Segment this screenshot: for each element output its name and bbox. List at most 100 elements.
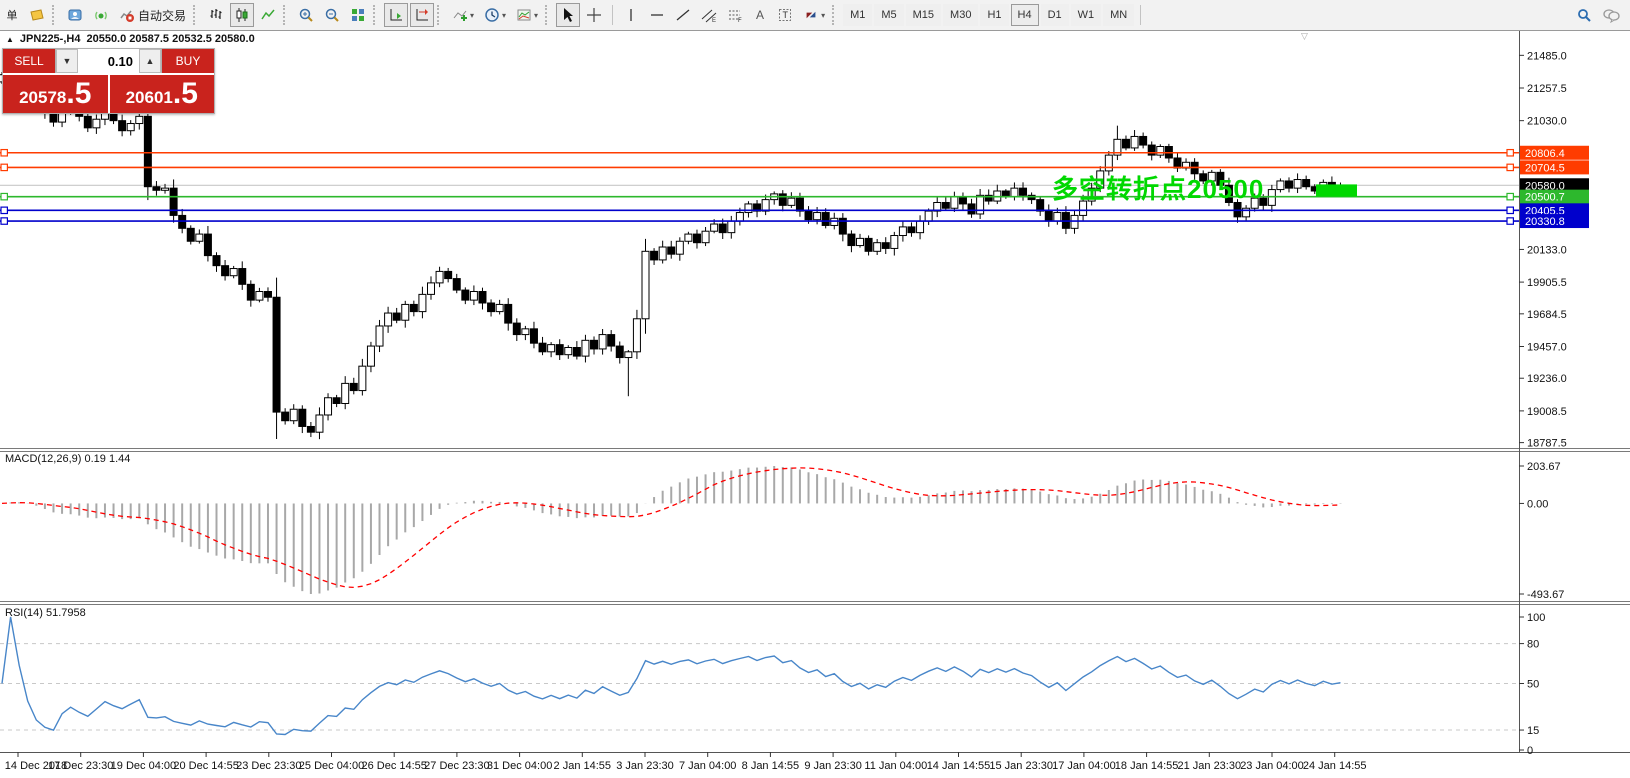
- candle-chart-type-button[interactable]: [230, 3, 255, 27]
- tab-timeframe-m15[interactable]: M15: [905, 4, 942, 26]
- candlestick-icon: [234, 7, 250, 23]
- toolbar-grip: [437, 5, 443, 25]
- macd-signal-line: [1, 467, 1341, 589]
- chart-title-marker-icon: ▲: [6, 34, 14, 44]
- highlight-rectangle: [1316, 184, 1357, 197]
- svg-text:19457.0: 19457.0: [1527, 341, 1567, 353]
- svg-text:E: E: [712, 18, 716, 23]
- line-handle: [0, 163, 9, 172]
- sell-price-main: 20578: [19, 88, 67, 107]
- templates-button[interactable]: ▾: [512, 3, 542, 27]
- zoom-out-button[interactable]: [320, 3, 344, 27]
- timeframe-toolbar: M1 M5 M15 M30 H1 H4 D1 W1 MN: [842, 4, 1135, 26]
- auto-scroll-button[interactable]: [384, 3, 409, 27]
- tab-timeframe-m5[interactable]: M5: [874, 4, 904, 26]
- buy-price-main: 20601: [125, 88, 173, 107]
- svg-text:21030.0: 21030.0: [1527, 116, 1567, 128]
- trendline-icon: [675, 7, 691, 23]
- sell-button[interactable]: SELL: [3, 49, 55, 73]
- tile-windows-button[interactable]: [346, 3, 370, 27]
- svg-text:20133.0: 20133.0: [1527, 244, 1567, 256]
- svg-text:T: T: [783, 10, 789, 20]
- time-axis-label: 23 Jan 04:00: [1240, 760, 1304, 772]
- svg-text:19236.0: 19236.0: [1527, 373, 1567, 385]
- svg-text:21485.0: 21485.0: [1527, 50, 1567, 62]
- line-handle: [1506, 148, 1515, 157]
- chat-button[interactable]: [1598, 3, 1624, 27]
- time-axis-label: 31 Dec 04:00: [487, 760, 552, 772]
- trendline-tool-button[interactable]: [671, 3, 695, 27]
- signals-button[interactable]: [89, 3, 113, 27]
- volume-input[interactable]: 0.10: [78, 49, 139, 73]
- vertical-line-icon: [623, 7, 639, 23]
- cursor-tool-button[interactable]: [556, 3, 581, 27]
- fibonacci-tool-button[interactable]: F: [723, 3, 747, 27]
- arrows-icon: [803, 7, 819, 23]
- tab-timeframe-mn[interactable]: MN: [1103, 4, 1135, 26]
- horizontal-line-tool-button[interactable]: [645, 3, 669, 27]
- text-tool-button[interactable]: A: [749, 3, 771, 27]
- search-button[interactable]: [1572, 3, 1596, 27]
- arrows-tool-button[interactable]: ▾: [799, 3, 829, 27]
- chevron-down-icon: ▾: [470, 10, 475, 20]
- svg-text:50: 50: [1527, 679, 1539, 691]
- horizontal-line-icon: [649, 7, 665, 23]
- tab-timeframe-m1[interactable]: M1: [843, 4, 873, 26]
- volume-increase-button[interactable]: ▲: [139, 49, 161, 73]
- new-chart-button[interactable]: [25, 3, 49, 27]
- tab-timeframe-d1[interactable]: D1: [1040, 4, 1069, 26]
- svg-text:203.67: 203.67: [1527, 461, 1561, 473]
- tab-timeframe-h4[interactable]: H4: [1010, 4, 1039, 26]
- autotrade-button[interactable]: 自动交易: [115, 3, 190, 27]
- macd-label: MACD(12,26,9) 0.19 1.44: [5, 453, 131, 465]
- tab-timeframe-m30[interactable]: M30: [943, 4, 979, 26]
- text-icon: A: [756, 8, 765, 22]
- line-chart-type-button[interactable]: [256, 3, 280, 27]
- tab-timeframe-h1[interactable]: H1: [980, 4, 1009, 26]
- text-label-icon: T: [777, 7, 793, 23]
- chart-canvas[interactable]: 20806.420704.520580.020500.720405.520330…: [0, 0, 1630, 778]
- line-handle: [1506, 163, 1515, 172]
- line-handle: [1506, 217, 1515, 225]
- time-axis-label: 19 Dec 04:00: [111, 760, 176, 772]
- toolbar-grip: [832, 5, 838, 25]
- market-watch-button[interactable]: [63, 3, 87, 27]
- fibonacci-icon: F: [727, 7, 743, 23]
- svg-text:21257.5: 21257.5: [1527, 83, 1567, 95]
- cursor-icon: [560, 7, 576, 23]
- text-label-tool-button[interactable]: T: [773, 3, 797, 27]
- sell-price-button[interactable]: 20578.5: [3, 75, 110, 113]
- sell-price-fraction: .5: [66, 77, 92, 110]
- search-icon: [1576, 7, 1592, 23]
- indicators-button[interactable]: ▾: [448, 3, 478, 27]
- zoom-in-button[interactable]: [294, 3, 318, 27]
- crosshair-icon: [586, 7, 602, 23]
- time-axis-label: 7 Jan 04:00: [679, 760, 737, 772]
- chart-shift-button[interactable]: [410, 3, 435, 27]
- indicators-layer: [0, 466, 1519, 736]
- chevron-down-icon: ▾: [534, 10, 539, 20]
- line-handle: [0, 217, 9, 225]
- time-axis-label: 17 Jan 04:00: [1052, 760, 1116, 772]
- volume-decrease-button[interactable]: ▼: [56, 49, 78, 73]
- template-icon: [516, 7, 532, 23]
- new-order-button[interactable]: 单: [1, 3, 23, 27]
- toolbar-separator: [1140, 5, 1142, 25]
- chart-symbol-period: JPN225-,H4: [19, 33, 81, 45]
- zoom-out-icon: [324, 7, 340, 23]
- chevron-down-icon: ▾: [821, 10, 826, 20]
- buy-button[interactable]: BUY: [162, 49, 214, 73]
- turning-point-annotation[interactable]: 多空转折点20500: [1052, 169, 1264, 206]
- buy-price-button[interactable]: 20601.5: [109, 75, 214, 113]
- scroll-to-end-marker-icon[interactable]: ▽: [1301, 31, 1308, 42]
- zoom-in-icon: [298, 7, 314, 23]
- tab-timeframe-w1[interactable]: W1: [1070, 4, 1102, 26]
- crosshair-tool-button[interactable]: [582, 3, 606, 27]
- periods-button[interactable]: ▾: [480, 3, 510, 27]
- svg-text:100: 100: [1527, 612, 1545, 624]
- signal-icon: [93, 7, 109, 23]
- equidistant-channel-tool-button[interactable]: E: [697, 3, 721, 27]
- bar-chart-type-button[interactable]: [204, 3, 228, 27]
- time-axis-label: 21 Jan 23:30: [1177, 760, 1241, 772]
- vertical-line-tool-button[interactable]: [619, 3, 643, 27]
